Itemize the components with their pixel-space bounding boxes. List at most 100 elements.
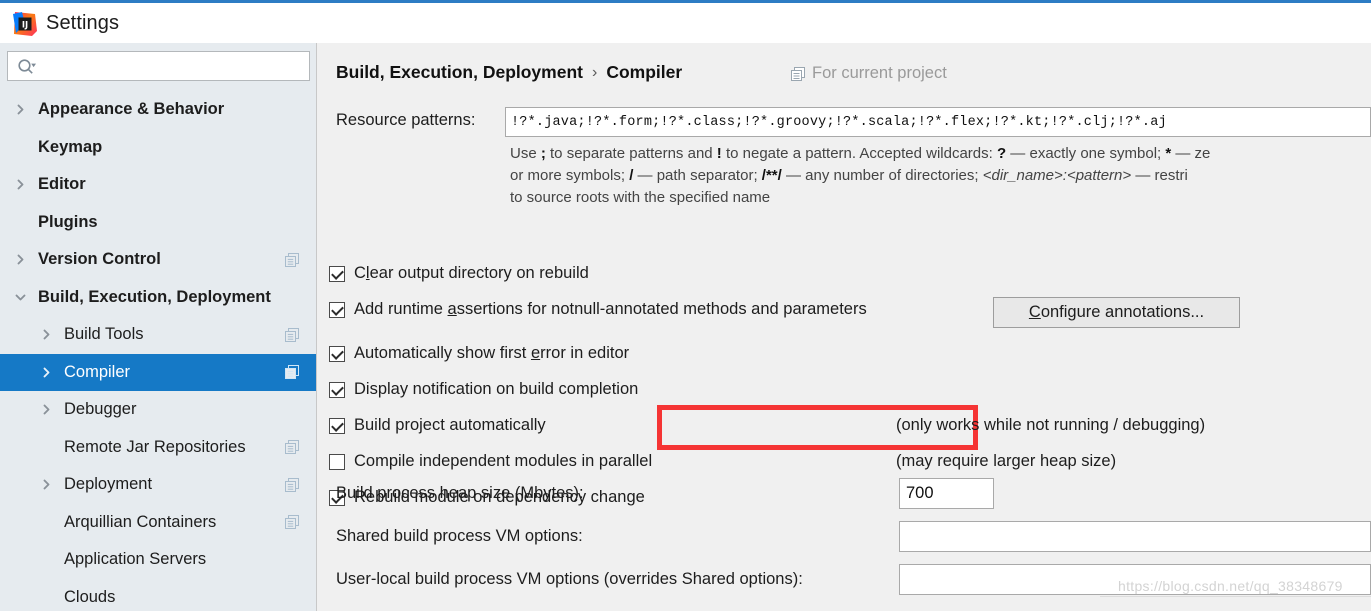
hint-line-3: to source roots with the specified name [510,189,771,206]
sidebar-item-build-tools[interactable]: Build Tools [0,316,317,354]
copy-icon [791,66,805,81]
sidebar-item-keymap[interactable]: Keymap [0,129,317,167]
sidebar-item-appearance-behavior[interactable]: Appearance & Behavior [0,91,317,129]
breadcrumb: Build, Execution, Deployment › Compiler [336,62,682,83]
search-box[interactable] [7,51,310,81]
sidebar-item-debugger[interactable]: Debugger [0,391,317,429]
button-mnemonic: C [1028,303,1041,321]
intellij-idea-logo-icon: IJ [12,11,38,37]
resource-patterns-input[interactable] [506,108,1370,136]
sidebar-item-label: Compiler [64,362,131,381]
chevron-right-icon[interactable] [12,101,29,118]
shared-vm-options-field[interactable] [899,521,1371,552]
sidebar-item-deployment[interactable]: Deployment [0,466,317,504]
sidebar-item-label: Debugger [64,400,137,419]
sidebar-item-version-control[interactable]: Version Control [0,241,317,279]
sidebar-item-remote-jar-repositories[interactable]: Remote Jar Repositories [0,429,317,467]
checkbox-row-runtime-assertions[interactable]: Add runtime assertions for notnull-annot… [329,300,867,319]
scope-label: For current project [812,64,947,82]
window-title: Settings [46,12,120,34]
hint-globstar: /**/ [761,167,782,184]
note-build-automatically: (only works while not running / debuggin… [896,416,1206,434]
sidebar-item-label: Plugins [38,212,98,231]
chevron-down-icon[interactable] [12,289,29,306]
resource-patterns-field[interactable] [505,107,1371,137]
checkbox-runtime-assertions[interactable] [329,301,345,318]
configure-annotations-label: Configure annotations... [1029,303,1204,322]
search-input[interactable] [42,56,308,80]
heap-size-field[interactable] [899,478,994,509]
configure-annotations-button[interactable]: Configure annotations... [993,297,1240,328]
copy-icon [285,252,299,267]
checkbox-row-display-notification[interactable]: Display notification on build completion [329,380,638,399]
settings-window: IJ Settings Appearance & Behavior Keymap E… [0,0,1371,611]
chevron-right-icon[interactable] [38,364,55,381]
checkbox-build-automatically[interactable] [329,417,345,434]
chevron-right-icon[interactable] [38,401,55,418]
chevron-right-icon[interactable] [38,476,55,493]
checkbox-label: Add runtime assertions for notnull-annot… [354,300,867,319]
hint-text: — ze [1171,145,1211,162]
shared-vm-options-input[interactable] [900,522,1370,551]
checkbox-row-compile-parallel[interactable]: Compile independent modules in parallel [329,452,652,471]
checkbox-label: Clear output directory on rebuild [354,264,589,283]
sidebar-item-arquillian-containers[interactable]: Arquillian Containers [0,504,317,542]
checkbox-row-build-automatically[interactable]: Build project automatically [329,416,546,435]
sidebar-item-label: Deployment [64,475,153,494]
sidebar-item-label: Version Control [38,250,161,269]
sidebar-item-build-execution-deployment[interactable]: Build, Execution, Deployment [0,279,317,317]
sidebar-item-application-servers[interactable]: Application Servers [0,541,317,579]
hint-text: — restri [1131,167,1188,184]
checkbox-label-mnemonic: e [530,344,541,362]
sidebar-item-label: Application Servers [64,550,207,569]
shared-vm-options-label: Shared build process VM options: [336,527,583,545]
title-bar: IJ Settings [0,3,1371,43]
heap-size-input[interactable] [900,479,993,508]
scope-indicator: For current project [791,64,947,83]
checkbox-label-post: ear output directory on rebuild [369,264,589,282]
checkbox-label: Compile independent modules in parallel [354,452,653,470]
copy-icon [285,440,299,455]
settings-sidebar: Appearance & Behavior Keymap Editor Plugins… [0,43,317,611]
breadcrumb-parent[interactable]: Build, Execution, Deployment [336,62,583,83]
checkbox-row-clear-output[interactable]: Clear output directory on rebuild [329,264,589,283]
hint-line-1: Use ; to separate patterns and ! to nega… [510,143,1371,165]
chevron-right-icon[interactable] [38,326,55,343]
sidebar-item-compiler[interactable]: Compiler [0,353,317,391]
checkbox-compile-parallel[interactable] [329,453,345,470]
sidebar-item-label: Arquillian Containers [64,512,217,531]
chevron-right-icon[interactable] [12,176,29,193]
hint-text: to negate a pattern. Accepted wildcards: [721,145,997,162]
sidebar-item-label: Appearance & Behavior [38,100,225,119]
sidebar-item-label: Clouds [64,587,116,606]
breadcrumb-current: Compiler [606,62,683,82]
heap-size-label: Build process heap size (Mbytes): [336,484,584,502]
sidebar-item-editor[interactable]: Editor [0,166,317,204]
chevron-right-icon[interactable] [12,251,29,268]
hint-text: to separate patterns and [545,145,717,162]
checkbox-show-first-error[interactable] [329,345,345,362]
hint-dirname-pattern: <dir_name>:<pattern> [982,167,1132,184]
sidebar-item-label: Build, Execution, Deployment [38,287,271,306]
resource-patterns-label: Resource patterns: [336,111,476,129]
checkbox-clear-output[interactable] [329,265,345,282]
watermark-underline [1100,596,1371,597]
checkbox-label: Display notification on build completion [354,380,639,398]
checkbox-label-pre: Automatically show first [354,344,531,362]
search-icon [17,58,37,76]
hint-text: Use [510,145,541,162]
sidebar-item-plugins[interactable]: Plugins [0,204,317,242]
sidebar-item-clouds[interactable]: Clouds [0,579,317,611]
checkbox-label-post: rror in editor [540,344,630,362]
resource-patterns-hint: Use ; to separate patterns and ! to nega… [510,143,1371,209]
checkbox-row-show-first-error[interactable]: Automatically show first error in editor [329,344,629,363]
settings-tree: Appearance & Behavior Keymap Editor Plugins… [0,91,317,611]
checkbox-label: Automatically show first error in editor [354,344,629,363]
compiler-settings-panel: Build, Execution, Deployment › Compiler … [321,43,1371,611]
checkbox-display-notification[interactable] [329,381,345,398]
sidebar-item-label: Remote Jar Repositories [64,437,246,456]
